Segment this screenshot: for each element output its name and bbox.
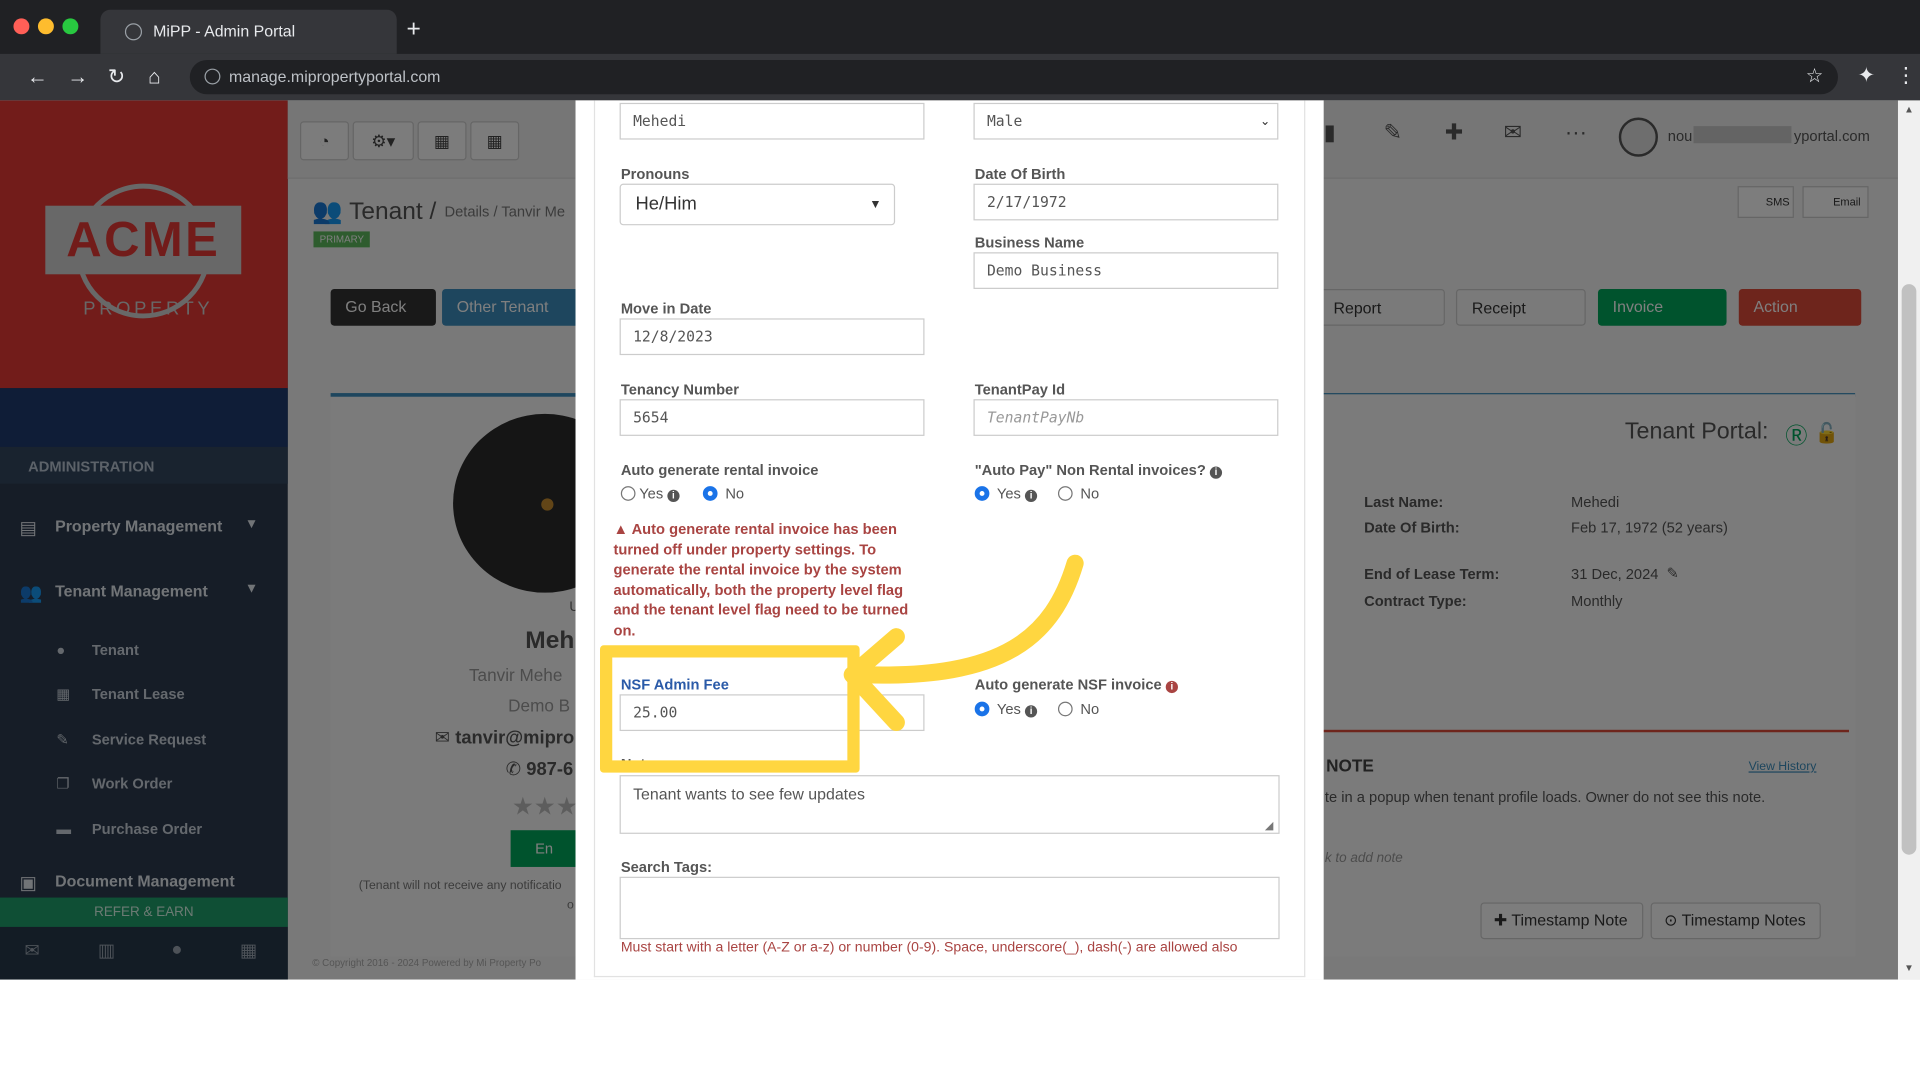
last-name-input[interactable]: Mehedi [619, 102, 925, 140]
home-icon[interactable]: ⌂ [148, 65, 161, 89]
maximize-window-button[interactable] [62, 18, 79, 35]
search-tags-help: Must start with a letter (A-Z or a-z) or… [620, 940, 1238, 956]
tab-strip: MiPP - Admin Portal + [0, 0, 1920, 54]
auto-rental-invoice-label: Auto generate rental invoice [620, 461, 819, 479]
scroll-down-arrow[interactable]: ▼ [1904, 962, 1914, 973]
dob-input[interactable]: 2/17/1972 [973, 183, 1279, 221]
info-icon: i [667, 489, 680, 503]
globe-icon [124, 23, 143, 41]
info-icon: i [1209, 466, 1223, 479]
tab-title: MiPP - Admin Portal [153, 22, 296, 41]
nsf-fee-highlight-box [600, 645, 860, 773]
tenantpay-id-input[interactable]: TenantPayNb [973, 399, 1279, 436]
search-tags-label: Search Tags: [620, 858, 713, 876]
radio-checked [702, 486, 718, 501]
browser-toolbar: ← → ↻ ⌂ manage.mipropertyportal.com ☆ ✦ … [0, 53, 1920, 101]
tenancy-number-label: Tenancy Number [620, 380, 739, 398]
bookmark-star-icon[interactable]: ☆ [1806, 64, 1824, 88]
search-tags-input[interactable] [619, 876, 1280, 940]
move-in-date-label: Move in Date [620, 300, 712, 318]
pronouns-select[interactable]: He/Him [619, 183, 896, 226]
auto-pay-label: "Auto Pay" Non Rental invoices? i [975, 462, 1223, 479]
auto-pay-no-radio[interactable]: No [1057, 485, 1099, 502]
chevron-down-icon: ⌄ [1260, 115, 1271, 129]
address-bar[interactable]: manage.mipropertyportal.com ☆ [189, 60, 1838, 95]
auto-rental-yes-radio[interactable]: Yes i [620, 485, 680, 503]
info-icon: i [1165, 680, 1179, 694]
radio-checked [974, 486, 990, 501]
minimize-window-button[interactable] [37, 18, 54, 35]
radio-unchecked [1057, 486, 1073, 501]
tutorial-arrow-icon [843, 554, 1084, 732]
scroll-up-arrow[interactable]: ▲ [1904, 104, 1914, 115]
resize-handle-icon[interactable]: ◢ [1265, 819, 1273, 832]
business-name-label: Business Name [974, 233, 1085, 252]
warning-icon: ▲ [613, 520, 629, 538]
gender-select[interactable]: Male [973, 102, 1279, 140]
site-info-icon[interactable] [204, 68, 221, 85]
auto-pay-yes-radio[interactable]: Yes i [974, 485, 1038, 503]
move-in-date-input[interactable]: 12/8/2023 [619, 318, 925, 356]
browser-chrome: MiPP - Admin Portal + ← → ↻ ⌂ manage.mip… [0, 0, 1920, 101]
browser-tab[interactable]: MiPP - Admin Portal [100, 9, 397, 54]
tenancy-number-input[interactable]: 5654 [619, 399, 925, 436]
note-textarea[interactable]: Tenant wants to see few updates [619, 775, 1280, 834]
business-name-input[interactable]: Demo Business [973, 252, 1279, 289]
new-tab-button[interactable]: + [407, 17, 421, 41]
close-window-button[interactable] [13, 18, 30, 35]
dob-field-label: Date Of Birth [974, 165, 1066, 183]
back-icon[interactable]: ← [27, 65, 48, 89]
tenantpay-id-label: TenantPay Id [974, 380, 1066, 398]
radio-unchecked [620, 486, 636, 501]
extensions-icon[interactable]: ✦ [1858, 64, 1875, 88]
reload-icon[interactable]: ↻ [108, 65, 125, 89]
page-scrollbar-thumb[interactable] [1901, 284, 1917, 855]
browser-menu-icon[interactable]: ⋮ [1896, 64, 1917, 88]
edit-tenant-modal: Mehedi Male ⌄ Pronouns He/Him ▼ Date Of … [575, 100, 1324, 980]
address-url: manage.mipropertyportal.com [228, 67, 441, 86]
auto-rental-no-radio[interactable]: No [702, 485, 744, 502]
info-icon: i [1024, 489, 1038, 503]
caret-down-icon: ▼ [869, 198, 882, 212]
pronouns-label: Pronouns [620, 165, 690, 183]
forward-icon[interactable]: → [67, 65, 88, 89]
